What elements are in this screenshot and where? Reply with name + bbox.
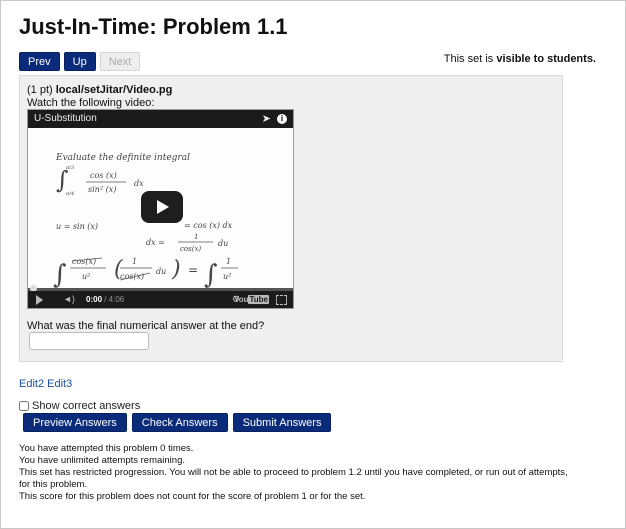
wb-final-den3: u² xyxy=(223,272,231,281)
attempt-messages: You have attempted this problem 0 times.… xyxy=(19,443,579,503)
wb-final-du: du xyxy=(156,267,166,276)
problem-box: (1 pt) local/setJitar/Video.pg Watch the… xyxy=(19,75,563,362)
answer-input[interactable] xyxy=(29,332,149,350)
show-correct-label: Show correct answers xyxy=(32,400,141,412)
show-correct-checkbox[interactable] xyxy=(19,401,29,411)
video-title[interactable]: U-Substitution xyxy=(34,110,97,128)
video-title-bar: U-Substitution ➤ i xyxy=(28,110,293,128)
play-button[interactable] xyxy=(141,191,183,223)
time-current: 0:00 xyxy=(86,295,103,304)
wb-equals: = xyxy=(188,263,198,277)
wb-u-def: u = sin (x) xyxy=(56,222,98,231)
check-answers-button[interactable]: Check Answers xyxy=(131,413,228,432)
wb-den: sin² (x) xyxy=(88,185,116,194)
wb-du-frac-num: 1 xyxy=(194,233,198,241)
message-restricted: This set has restricted progression. You… xyxy=(19,467,568,490)
prev-button[interactable]: Prev xyxy=(19,52,60,71)
edit2-link[interactable]: Edit2 xyxy=(19,378,44,390)
info-icon[interactable]: i xyxy=(277,114,287,124)
edit3-link[interactable]: Edit3 xyxy=(47,378,72,390)
submit-answers-button[interactable]: Submit Answers xyxy=(232,413,332,432)
wb-final-num1: cos(x) xyxy=(72,257,96,266)
wb-integral-2: ∫ xyxy=(53,260,67,288)
message-score-note: This score for this problem does not cou… xyxy=(19,491,366,502)
wb-lower: π/4 xyxy=(65,191,74,197)
problem-instructions: Watch the following video: xyxy=(27,97,155,109)
problem-points: (1 pt) xyxy=(27,84,53,96)
set-visibility-note: This set is visible to students. xyxy=(444,53,596,65)
wb-du-frac-den: cos(x) xyxy=(180,245,201,253)
preview-answers-button[interactable]: Preview Answers xyxy=(23,413,127,432)
video-time: 0:00 / 4:06 xyxy=(86,295,124,304)
wb-du1: = cos (x) dx xyxy=(184,221,233,230)
answer-actions: Preview Answers Check Answers Submit Ans… xyxy=(23,413,332,432)
edit-links: Edit2 Edit3 xyxy=(19,378,72,390)
problem-nav: Prev Up Next xyxy=(19,52,141,71)
youtube-logo[interactable]: YouTube xyxy=(234,295,269,304)
wb-dx: dx xyxy=(134,179,144,188)
youtube-logo-you: You xyxy=(233,295,249,304)
wb-final-num2: 1 xyxy=(132,257,137,266)
wb-paren-close: ) xyxy=(171,257,181,282)
message-remaining: You have unlimited attempts remaining. xyxy=(19,455,185,466)
problem-path: local/setJitar/Video.pg xyxy=(55,84,173,96)
video-player[interactable]: U-Substitution ➤ i Evaluate the definite… xyxy=(27,109,294,309)
youtube-logo-tube: Tube xyxy=(248,295,269,304)
wb-final-num3: 1 xyxy=(226,257,231,266)
video-controls: ◄) 0:00 / 4:06 ⚙ YouTube xyxy=(28,291,293,308)
volume-icon[interactable]: ◄) xyxy=(63,294,75,304)
wb-line1: Evaluate the definite integral xyxy=(55,153,190,163)
next-button: Next xyxy=(99,52,141,71)
share-icon[interactable]: ➤ xyxy=(262,110,271,128)
visibility-prefix: This set is xyxy=(443,53,497,65)
wb-upper: π/3 xyxy=(65,165,74,171)
message-attempted: You have attempted this problem 0 times. xyxy=(19,443,194,454)
page-title: Just-In-Time: Problem 1.1 xyxy=(19,14,288,39)
visibility-status: visible to students. xyxy=(496,53,596,65)
wb-du2: du xyxy=(218,239,228,248)
problem-header: (1 pt) local/setJitar/Video.pg xyxy=(27,84,172,96)
wb-dx2: dx = xyxy=(146,238,165,247)
wb-integral-3: ∫ xyxy=(204,260,218,288)
up-button[interactable]: Up xyxy=(63,52,96,71)
problem-question: What was the final numerical answer at t… xyxy=(27,320,265,332)
wb-final-den2: cos(x) xyxy=(120,272,144,281)
show-correct-answers[interactable]: Show correct answers xyxy=(19,400,140,412)
wb-final-den1: u² xyxy=(82,272,90,281)
control-play-icon[interactable] xyxy=(36,295,43,305)
time-total: / 4:06 xyxy=(102,295,125,304)
wb-num: cos (x) xyxy=(90,171,117,180)
fullscreen-icon[interactable] xyxy=(276,295,287,305)
